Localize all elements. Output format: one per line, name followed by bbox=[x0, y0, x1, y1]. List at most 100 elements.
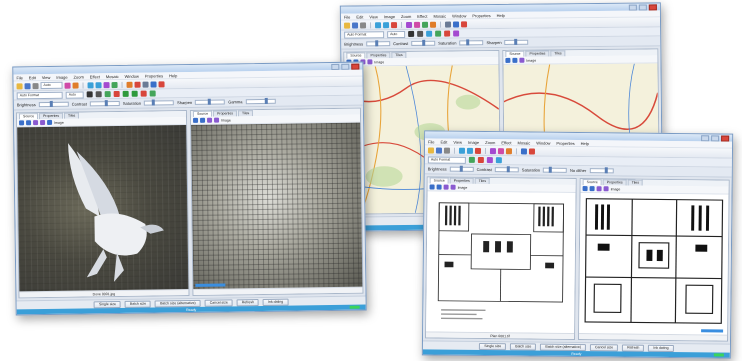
batch-size-alt-button[interactable]: Batch size (alternative) bbox=[540, 343, 587, 351]
menu-mosaic[interactable]: Mosaic bbox=[518, 140, 531, 145]
menu-properties[interactable]: Properties bbox=[472, 13, 490, 18]
ink-dating-button[interactable]: Ink dating bbox=[262, 298, 289, 306]
dove-source-image[interactable] bbox=[17, 125, 189, 292]
contrast-slider[interactable] bbox=[89, 100, 120, 107]
batch-size-button[interactable]: Batch size bbox=[510, 342, 537, 351]
settings-icon[interactable] bbox=[142, 81, 149, 88]
palette-icon[interactable] bbox=[413, 21, 421, 28]
menu-help[interactable]: Help bbox=[581, 141, 589, 146]
align-icon[interactable] bbox=[426, 30, 433, 37]
brightness-slider[interactable] bbox=[366, 40, 391, 47]
refresh-button[interactable]: Refresh bbox=[622, 343, 645, 352]
menu-window[interactable]: Window bbox=[536, 140, 550, 145]
help-icon[interactable] bbox=[158, 80, 165, 87]
ink-dating-button[interactable]: Ink dating bbox=[648, 344, 674, 352]
menu-effect[interactable]: Effect bbox=[90, 74, 100, 79]
effect-icon[interactable] bbox=[134, 81, 141, 88]
grid-icon[interactable] bbox=[495, 157, 502, 164]
mosaic-icon[interactable] bbox=[126, 81, 133, 88]
zoom-in-icon[interactable] bbox=[87, 81, 94, 88]
rotate-icon[interactable] bbox=[474, 147, 482, 154]
menu-window[interactable]: Window bbox=[125, 73, 139, 78]
cancel-size-button[interactable]: Cancel size bbox=[589, 343, 619, 351]
menu-zoom[interactable]: Zoom bbox=[401, 13, 411, 18]
single-size-button[interactable]: Single size bbox=[479, 342, 507, 350]
arrow-down-icon[interactable] bbox=[436, 184, 442, 190]
arrow-up-icon[interactable] bbox=[19, 120, 25, 126]
menu-edit[interactable]: Edit bbox=[356, 14, 363, 19]
info-icon[interactable] bbox=[452, 20, 460, 28]
menu-mosaic[interactable]: Mosaic bbox=[433, 13, 446, 18]
minimize-button[interactable] bbox=[331, 63, 340, 70]
rotate-icon[interactable] bbox=[103, 81, 110, 88]
batch-size-button[interactable]: Batch size bbox=[124, 300, 152, 308]
mosaic-icon[interactable] bbox=[505, 147, 513, 154]
layer-icon[interactable] bbox=[149, 90, 156, 97]
font-combo[interactable]: Auto Format bbox=[16, 91, 63, 99]
arrow-down-icon[interactable] bbox=[200, 117, 206, 123]
sharpen-slider[interactable] bbox=[195, 98, 226, 105]
sharpen-slider[interactable] bbox=[504, 38, 529, 45]
arrow-down-icon[interactable] bbox=[26, 120, 32, 126]
close-button[interactable] bbox=[721, 134, 730, 142]
font-combo[interactable]: Auto Format bbox=[344, 30, 385, 39]
menu-view[interactable]: View bbox=[42, 74, 51, 79]
open-icon[interactable] bbox=[343, 22, 351, 29]
save-icon[interactable] bbox=[351, 21, 359, 29]
settings-icon[interactable] bbox=[444, 21, 452, 28]
layer-icon[interactable] bbox=[453, 30, 460, 37]
color-icon[interactable] bbox=[489, 147, 497, 154]
fit-icon[interactable] bbox=[603, 186, 609, 192]
menu-image[interactable]: Image bbox=[384, 14, 395, 19]
fit-icon[interactable] bbox=[367, 59, 373, 65]
print-icon[interactable] bbox=[359, 21, 367, 28]
grid-icon[interactable] bbox=[421, 21, 429, 28]
fill-icon[interactable] bbox=[435, 30, 442, 37]
menu-file[interactable]: File bbox=[428, 139, 435, 144]
preset-combo[interactable]: Auto bbox=[40, 81, 63, 90]
menu-view[interactable]: View bbox=[453, 139, 462, 144]
stroke-icon[interactable] bbox=[477, 156, 484, 164]
menu-edit[interactable]: Edit bbox=[29, 75, 36, 80]
maximize-button[interactable] bbox=[711, 134, 720, 141]
menu-view[interactable]: View bbox=[369, 14, 378, 19]
menu-effect[interactable]: Effect bbox=[417, 13, 427, 18]
palette-icon[interactable] bbox=[72, 82, 79, 89]
zoom-out-icon[interactable] bbox=[466, 147, 474, 154]
frame-icon[interactable] bbox=[47, 119, 53, 125]
menu-properties[interactable]: Properties bbox=[145, 73, 163, 78]
fit-icon[interactable] bbox=[40, 120, 46, 126]
menu-help[interactable]: Help bbox=[169, 73, 177, 78]
fill-icon[interactable] bbox=[104, 91, 111, 98]
saturation-slider[interactable] bbox=[144, 99, 175, 106]
menu-help[interactable]: Help bbox=[497, 12, 505, 17]
zoom-in-icon[interactable] bbox=[374, 21, 382, 28]
dove-mosaic-image[interactable] bbox=[191, 122, 363, 289]
zoom-out-icon[interactable] bbox=[382, 21, 390, 28]
menu-image[interactable]: Image bbox=[468, 139, 479, 144]
batch-size-alt-button[interactable]: Batch size (alternative) bbox=[155, 299, 201, 307]
fill-icon[interactable] bbox=[468, 156, 475, 163]
single-size-button[interactable]: Single size bbox=[93, 300, 121, 308]
plan-zoomed-image[interactable] bbox=[579, 193, 729, 335]
menu-edit[interactable]: Edit bbox=[440, 139, 447, 144]
arrow-up-icon[interactable] bbox=[505, 57, 511, 63]
arrow-down-icon[interactable] bbox=[512, 57, 518, 63]
menu-zoom[interactable]: Zoom bbox=[73, 74, 83, 79]
grid-icon[interactable] bbox=[111, 81, 118, 88]
menu-window[interactable]: Window bbox=[452, 13, 466, 18]
arrow-down-icon[interactable] bbox=[589, 186, 595, 192]
bold-icon[interactable] bbox=[408, 30, 415, 37]
layer-icon[interactable] bbox=[486, 157, 493, 164]
mosaic-icon[interactable] bbox=[429, 21, 437, 28]
brightness-slider[interactable] bbox=[38, 100, 69, 108]
cancel-size-button[interactable]: Cancel size bbox=[204, 298, 233, 307]
minimize-button[interactable] bbox=[628, 4, 637, 11]
saturation-slider[interactable] bbox=[543, 166, 568, 173]
nodither-slider[interactable] bbox=[589, 167, 614, 174]
menu-image[interactable]: Image bbox=[56, 74, 67, 79]
font-combo[interactable]: Auto Format bbox=[427, 155, 466, 164]
record-icon[interactable] bbox=[140, 90, 147, 97]
size-combo[interactable]: Auto bbox=[65, 90, 84, 99]
print-icon[interactable] bbox=[32, 82, 39, 89]
